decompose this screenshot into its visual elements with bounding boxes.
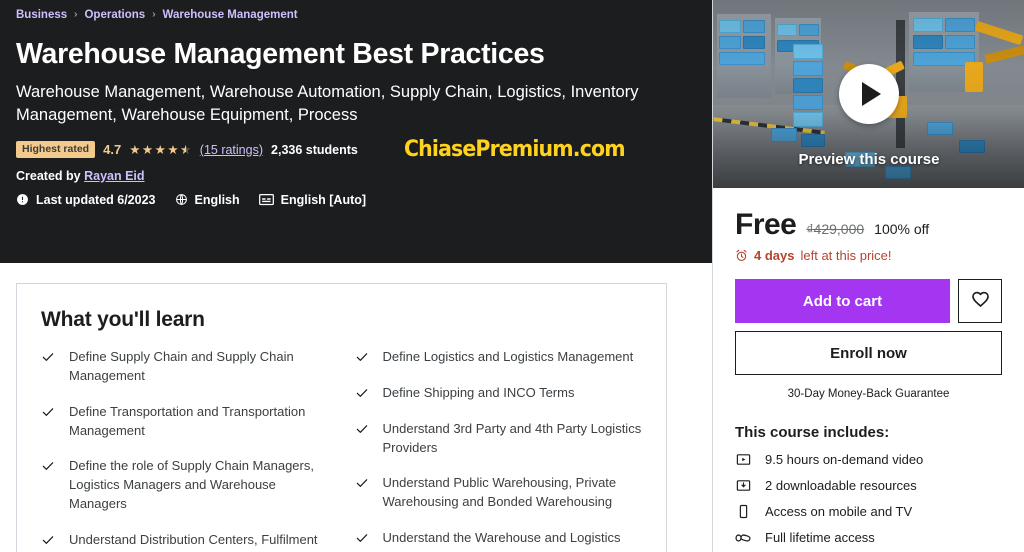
list-item-label: Access on mobile and TV: [765, 504, 913, 519]
course-landing-page: Business › Operations › Warehouse Manage…: [0, 0, 1024, 552]
price-deadline: 4 days left at this price!: [735, 248, 1002, 263]
info-circle-icon: [16, 193, 29, 206]
current-price: Free: [735, 208, 797, 241]
list-item-label: Define the role of Supply Chain Managers…: [69, 458, 314, 512]
list-item-label: Understand the Warehouse and Logistics: [382, 530, 621, 546]
alarm-clock-icon: [735, 249, 748, 262]
list-item: Define Supply Chain and Supply Chain Man…: [41, 348, 329, 403]
check-icon: [355, 474, 369, 512]
play-icon[interactable]: [839, 64, 899, 124]
learn-column-right: Define Logistics and Logistics Managemen…: [355, 348, 643, 552]
list-item-label: 2 downloadable resources: [765, 478, 917, 493]
course-includes-list: 9.5 hours on-demand video 2 downloadable…: [735, 452, 1002, 545]
meta-last-updated-label: Last updated 6/2023: [36, 192, 156, 207]
closed-caption-icon: [258, 193, 274, 206]
list-item-label: Define Supply Chain and Supply Chain Man…: [69, 349, 294, 383]
created-by-label: Created by: [16, 168, 81, 183]
original-price: ₫429,000: [806, 221, 865, 237]
course-meta-row: Last updated 6/2023 English English [Aut…: [16, 193, 696, 207]
heart-icon: [971, 290, 990, 312]
check-icon: [41, 457, 55, 514]
list-item: Define Logistics and Logistics Managemen…: [355, 348, 643, 384]
list-item-label: Define Transportation and Transportation…: [69, 403, 306, 438]
breadcrumb-item-warehouse-management[interactable]: Warehouse Management: [163, 9, 298, 21]
list-item: Define the role of Supply Chain Managers…: [41, 457, 329, 531]
breadcrumb: Business › Operations › Warehouse Manage…: [16, 6, 696, 24]
learn-column-left: Define Supply Chain and Supply Chain Man…: [41, 348, 329, 552]
list-item-label: 9.5 hours on-demand video: [765, 452, 924, 467]
enroll-now-button[interactable]: Enroll now: [735, 331, 1002, 375]
list-item-label: Understand Public Warehousing, Private W…: [382, 475, 617, 510]
meta-language-label: English: [194, 192, 240, 207]
status-badge-highest-rated: Highest rated: [16, 140, 96, 159]
star-rating-icon: ★ ★ ★ ★ ★: [129, 142, 192, 157]
deadline-days: 4 days: [754, 248, 795, 263]
breadcrumb-separator-icon: ›: [152, 9, 156, 20]
purchase-panel: Free ₫429,000 100% off 4 days left at th…: [713, 188, 1024, 545]
list-item: Define Transportation and Transportation…: [41, 403, 329, 458]
course-hero-header: Business › Operations › Warehouse Manage…: [0, 0, 712, 263]
list-item: Full lifetime access: [735, 530, 1002, 545]
preview-video-thumbnail[interactable]: Preview this course: [713, 0, 1024, 188]
download-icon: [735, 478, 751, 493]
check-icon: [355, 420, 369, 458]
list-item: Define Shipping and INCO Terms: [355, 384, 643, 420]
breadcrumb-item-operations[interactable]: Operations: [84, 9, 145, 21]
what-you-will-learn-card: What you'll learn Define Supply Chain an…: [16, 283, 667, 552]
wishlist-button[interactable]: [958, 279, 1002, 323]
learn-items-grid: Define Supply Chain and Supply Chain Man…: [41, 348, 642, 552]
globe-icon: [175, 193, 188, 206]
list-item-label: Understand 3rd Party and 4th Party Logis…: [382, 420, 642, 455]
check-icon: [41, 531, 55, 552]
rating-row: Highest rated 4.7 ★★★★★ (15 ratings) 2,3…: [16, 136, 696, 162]
this-course-includes-title: This course includes:: [735, 424, 890, 441]
list-item: Understand 3rd Party and 4th Party Logis…: [355, 420, 643, 475]
check-icon: [355, 348, 369, 367]
creator-row: Created by Rayan Eid: [16, 169, 696, 183]
watermark-text: ChiasePremium.com: [404, 136, 626, 162]
meta-language: English: [175, 193, 240, 207]
list-item: Understand Distribution Centers, Fulfilm…: [41, 531, 329, 552]
rating-value: 4.7: [103, 142, 122, 158]
meta-last-updated: Last updated 6/2023: [16, 193, 156, 207]
breadcrumb-separator-icon: ›: [74, 9, 78, 20]
meta-captions-label: English [Auto]: [280, 192, 367, 207]
instructor-link[interactable]: Rayan Eid: [84, 169, 144, 183]
price-row: Free ₫429,000 100% off: [735, 210, 1002, 240]
list-item: 9.5 hours on-demand video: [735, 452, 1002, 467]
breadcrumb-item-business[interactable]: Business: [16, 9, 67, 21]
list-item-label: Full lifetime access: [765, 530, 875, 545]
list-item: Understand the Warehouse and Logistics: [355, 529, 643, 552]
meta-captions: English [Auto]: [258, 192, 367, 207]
check-icon: [41, 348, 55, 386]
course-headline: Warehouse Management, Warehouse Automati…: [16, 83, 639, 124]
check-icon: [355, 384, 369, 403]
cta-row: Add to cart: [735, 279, 1002, 323]
infinity-icon: [735, 532, 751, 544]
list-item-label: Define Logistics and Logistics Managemen…: [382, 349, 634, 364]
deadline-text: left at this price!: [800, 248, 892, 263]
list-item: 2 downloadable resources: [735, 478, 1002, 493]
ratings-count-link[interactable]: (15 ratings): [200, 143, 263, 157]
list-item: Access on mobile and TV: [735, 504, 1002, 519]
check-icon: [355, 529, 369, 548]
list-item: Understand Public Warehousing, Private W…: [355, 474, 643, 529]
discount-percent: 100% off: [874, 221, 930, 237]
list-item-label: Understand Distribution Centers, Fulfilm…: [69, 531, 318, 552]
check-icon: [41, 403, 55, 441]
course-purchase-sidebar: Preview this course Free ₫429,000 100% o…: [712, 0, 1024, 552]
list-item-label: Define Shipping and INCO Terms: [382, 384, 575, 400]
money-back-guarantee: 30-Day Money-Back Guarantee: [787, 388, 950, 400]
preview-this-course-label: Preview this course: [798, 151, 940, 168]
video-icon: [735, 452, 751, 467]
page-title: Warehouse Management Best Practices: [16, 38, 545, 70]
students-count: 2,336 students: [271, 142, 358, 157]
add-to-cart-button[interactable]: Add to cart: [735, 279, 950, 323]
mobile-icon: [735, 504, 751, 519]
section-title-what-you-will-learn: What you'll learn: [41, 308, 205, 331]
